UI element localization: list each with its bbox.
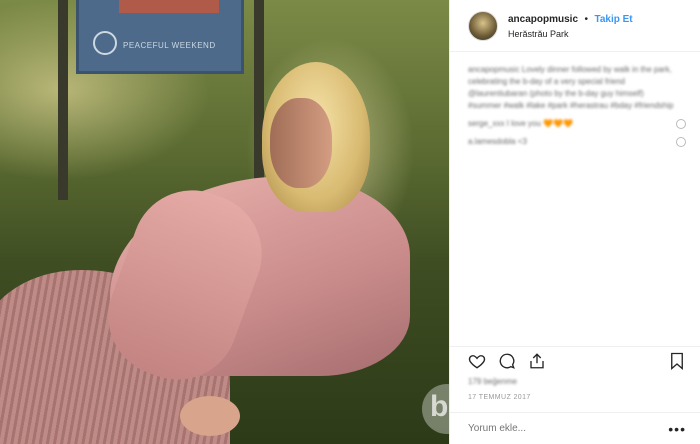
- heart-emoji-icon: 🧡🧡🧡: [543, 119, 574, 128]
- username-link[interactable]: ancapopmusic: [508, 14, 578, 25]
- caption-text: ancapopmusic Lovely dinner followed by w…: [468, 65, 674, 110]
- action-bar: [450, 346, 700, 374]
- avatar[interactable]: [468, 10, 498, 41]
- comments-section: ancapopmusic Lovely dinner followed by w…: [450, 52, 700, 346]
- sign-banner: [119, 0, 219, 13]
- comment-row: serge_xxx I love you 🧡🧡🧡: [468, 118, 686, 130]
- post-date: 17 TEMMUZ 2017: [468, 394, 531, 401]
- comment-text: a.lamesdobla <3: [468, 137, 527, 146]
- comment-box: •••: [450, 412, 700, 444]
- separator-dot: •: [584, 13, 588, 25]
- comment-row: a.lamesdobla <3: [468, 136, 686, 148]
- heart-icon[interactable]: [468, 352, 486, 370]
- bookmark-icon[interactable]: [668, 352, 686, 370]
- comment-like-icon[interactable]: [676, 119, 686, 129]
- comment-text: serge_xxx I love you 🧡🧡🧡: [468, 119, 574, 128]
- comment-input[interactable]: [468, 423, 669, 434]
- park-sign: PEACEFUL WEEKEND: [76, 0, 244, 74]
- photo-hand: [180, 396, 240, 436]
- share-icon[interactable]: [528, 352, 546, 370]
- more-options-icon[interactable]: •••: [668, 421, 686, 437]
- photo-face: [270, 98, 332, 188]
- no-symbol-icon: [93, 31, 117, 55]
- post-sidebar: ancapopmusic • Takip Et Herăstrău Park a…: [449, 0, 700, 444]
- instagram-post: PEACEFUL WEEKEND b ancapopmusic • Takip …: [0, 0, 700, 444]
- sign-pole: [254, 0, 264, 200]
- comment-icon[interactable]: [498, 352, 516, 370]
- sign-text: PEACEFUL WEEKEND: [123, 41, 216, 50]
- comment-like-icon[interactable]: [676, 137, 686, 147]
- header-text: ancapopmusic • Takip Et Herăstrău Park: [508, 11, 633, 41]
- post-photo[interactable]: PEACEFUL WEEKEND b: [0, 0, 449, 444]
- follow-button[interactable]: Takip Et: [594, 14, 632, 25]
- sign-pole: [58, 0, 68, 200]
- watermark-letter: b: [430, 390, 449, 423]
- likes-count[interactable]: 179 beğenme: [450, 374, 700, 390]
- location-link[interactable]: Herăstrău Park: [508, 27, 633, 41]
- post-header: ancapopmusic • Takip Et Herăstrău Park: [450, 0, 700, 52]
